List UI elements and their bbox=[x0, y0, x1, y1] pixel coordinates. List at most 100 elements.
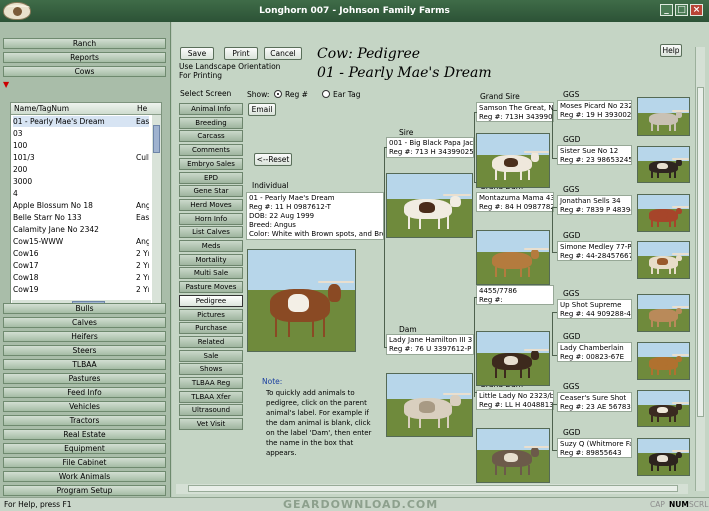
great-grandparent-info[interactable]: Ceaser's Sure Shot Reg #: 23 AE 56783 bbox=[557, 392, 632, 412]
main-scroll-thumb[interactable] bbox=[697, 87, 704, 417]
main-hscroll-thumb[interactable] bbox=[188, 485, 678, 492]
list-item[interactable]: Cow17 2 Yr bbox=[13, 260, 149, 271]
main-horizontal-scrollbar[interactable] bbox=[176, 484, 688, 494]
dam-label[interactable]: Dam bbox=[399, 325, 417, 334]
screen-comments-button[interactable]: Comments bbox=[179, 144, 243, 157]
screen-purchase-button[interactable]: Purchase bbox=[179, 322, 243, 335]
list-scroll-thumb[interactable] bbox=[153, 125, 160, 153]
great-grandparent-info[interactable]: Jonathan Sells 34 Reg #: 7839 P 48394 bbox=[557, 195, 632, 215]
list-item[interactable]: Cow15-WWW Ang bbox=[13, 236, 149, 247]
sire-label[interactable]: Sire bbox=[399, 128, 413, 137]
list-item[interactable]: 01 - Pearly Mae's Dream Eas bbox=[13, 116, 149, 127]
save-button[interactable]: Save bbox=[180, 47, 214, 60]
sort-arrow-icon[interactable]: ▼ bbox=[3, 80, 9, 89]
great-grandparent-photo[interactable] bbox=[637, 342, 690, 380]
great-grandparent-label[interactable]: GGD bbox=[563, 135, 580, 144]
screen-ultrasound-button[interactable]: Ultrasound bbox=[179, 404, 243, 417]
screen-horn-info-button[interactable]: Horn Info bbox=[179, 212, 243, 225]
radio-reg-number[interactable] bbox=[274, 90, 282, 98]
great-grandparent-info[interactable]: Sister Sue No 12 Reg #: 23 98653245 bbox=[557, 145, 632, 165]
screen-list-calves-button[interactable]: List Calves bbox=[179, 226, 243, 239]
list-item[interactable]: Cow19 2 Yr bbox=[13, 284, 149, 295]
radio-ear-tag-label[interactable]: Ear Tag bbox=[333, 90, 361, 99]
minimize-button[interactable]: _ bbox=[660, 4, 673, 16]
screen-meds-button[interactable]: Meds bbox=[179, 240, 243, 252]
great-grandparent-label[interactable]: GGD bbox=[563, 231, 580, 240]
screen-herd-moves-button[interactable]: Herd Moves bbox=[179, 198, 243, 211]
nav-tlbaa[interactable]: TLBAA bbox=[3, 359, 166, 370]
screen-carcass-button[interactable]: Carcass bbox=[179, 130, 243, 143]
screen-breeding-button[interactable]: Breeding bbox=[179, 116, 243, 129]
list-item[interactable]: Cow16 2 Yr bbox=[13, 248, 149, 259]
list-item[interactable]: 101/3 Cull bbox=[13, 152, 149, 163]
nav-cows[interactable]: Cows bbox=[3, 66, 166, 77]
great-grandparent-label[interactable]: GGS bbox=[563, 382, 579, 391]
great-grandparent-info[interactable]: Simone Medley 77-P3 Reg #: 44-28457667 bbox=[557, 241, 632, 261]
nav-ranch[interactable]: Ranch bbox=[3, 38, 166, 49]
nav-pastures[interactable]: Pastures bbox=[3, 373, 166, 384]
nav-file-cabinet[interactable]: File Cabinet bbox=[3, 457, 166, 468]
screen-tlbaa-reg-button[interactable]: TLBAA Reg bbox=[179, 377, 243, 389]
print-button[interactable]: Print bbox=[224, 47, 258, 60]
nav-feed-info[interactable]: Feed Info bbox=[3, 387, 166, 398]
list-item[interactable]: Calamity Jane No 2342 bbox=[13, 224, 149, 235]
great-grandparent-photo[interactable] bbox=[637, 438, 690, 476]
list-item[interactable]: Belle Starr No 133 Eas bbox=[13, 212, 149, 223]
nav-equipment[interactable]: Equipment bbox=[3, 443, 166, 454]
dam-info[interactable]: Lady Jane Hamilton III 3 Reg #: 76 U 339… bbox=[386, 334, 474, 355]
column-header-herd[interactable]: He bbox=[137, 104, 147, 113]
grandparent-photo[interactable] bbox=[476, 331, 550, 386]
grandparent-info[interactable]: 4455/7786 Reg #: bbox=[476, 285, 554, 305]
nav-program-setup[interactable]: Program Setup bbox=[3, 485, 166, 496]
cancel-button[interactable]: Cancel bbox=[264, 47, 302, 60]
grandparent-info[interactable]: Samson The Great, No Reg #: 713H 3439902 bbox=[476, 102, 554, 122]
grandparent-photo[interactable] bbox=[476, 230, 550, 285]
great-grandparent-label[interactable]: GGS bbox=[563, 90, 579, 99]
great-grandparent-photo[interactable] bbox=[637, 194, 690, 232]
screen-mortality-button[interactable]: Mortality bbox=[179, 253, 243, 266]
radio-reg-label[interactable]: Reg # bbox=[285, 90, 308, 99]
reset-button[interactable]: <--Reset bbox=[254, 153, 292, 166]
great-grandparent-label[interactable]: GGS bbox=[563, 289, 579, 298]
grandparent-info[interactable]: Little Lady No 2323/b Reg #: LL H 4048813 bbox=[476, 390, 554, 410]
grandparent-photo[interactable] bbox=[476, 428, 550, 483]
list-item[interactable]: 100 bbox=[13, 140, 149, 151]
list-item[interactable]: Apple Blossum No 18 Ang bbox=[13, 200, 149, 211]
nav-tractors[interactable]: Tractors bbox=[3, 415, 166, 426]
list-item[interactable]: 3000 bbox=[13, 176, 149, 187]
screen-epd-button[interactable]: EPD bbox=[179, 171, 243, 184]
main-vertical-scrollbar[interactable] bbox=[695, 47, 705, 491]
screen-multi-sale-button[interactable]: Multi Sale bbox=[179, 267, 243, 280]
great-grandparent-photo[interactable] bbox=[637, 294, 690, 332]
grandparent-label[interactable]: Grand Sire bbox=[480, 92, 520, 101]
nav-calves[interactable]: Calves bbox=[3, 317, 166, 328]
email-button[interactable]: Email bbox=[248, 103, 276, 116]
grandparent-photo[interactable] bbox=[476, 133, 550, 188]
great-grandparent-photo[interactable] bbox=[637, 146, 690, 183]
great-grandparent-info[interactable]: Moses Picard No 2323 Reg #: 19 H 393002-C bbox=[557, 100, 632, 120]
list-item[interactable]: 200 bbox=[13, 164, 149, 175]
individual-label[interactable]: Individual bbox=[252, 181, 289, 190]
help-button[interactable]: Help bbox=[660, 44, 682, 57]
nav-vehicles[interactable]: Vehicles bbox=[3, 401, 166, 412]
screen-tlbaa-xfer-button[interactable]: TLBAA Xfer bbox=[179, 390, 243, 403]
dam-photo[interactable] bbox=[386, 373, 473, 437]
nav-steers[interactable]: Steers bbox=[3, 345, 166, 356]
sire-info[interactable]: 001 - Big Black Papa Jack Reg #: 713 H 3… bbox=[386, 137, 474, 158]
screen-animal-info-button[interactable]: Animal Info bbox=[179, 103, 243, 115]
screen-shows-button[interactable]: Shows bbox=[179, 363, 243, 376]
screen-related-button[interactable]: Related bbox=[179, 335, 243, 348]
list-item[interactable]: 03 bbox=[13, 128, 149, 139]
nav-reports[interactable]: Reports bbox=[3, 52, 166, 63]
radio-ear-tag[interactable] bbox=[322, 90, 330, 98]
list-item[interactable]: 4 bbox=[13, 188, 149, 199]
screen-pedigree-button[interactable]: Pedigree bbox=[179, 294, 243, 307]
sire-photo[interactable] bbox=[386, 173, 473, 238]
great-grandparent-info[interactable]: Up Shot Supreme Reg #: 44 909288-4 bbox=[557, 299, 632, 319]
screen-sale-button[interactable]: Sale bbox=[179, 349, 243, 362]
nav-real-estate[interactable]: Real Estate bbox=[3, 429, 166, 440]
great-grandparent-label[interactable]: GGS bbox=[563, 185, 579, 194]
nav-bulls[interactable]: Bulls bbox=[3, 303, 166, 314]
grandparent-info[interactable]: Montazuma Mama 433 Reg #: 84 H 0987782- bbox=[476, 192, 554, 212]
screen-pictures-button[interactable]: Pictures bbox=[179, 308, 243, 321]
